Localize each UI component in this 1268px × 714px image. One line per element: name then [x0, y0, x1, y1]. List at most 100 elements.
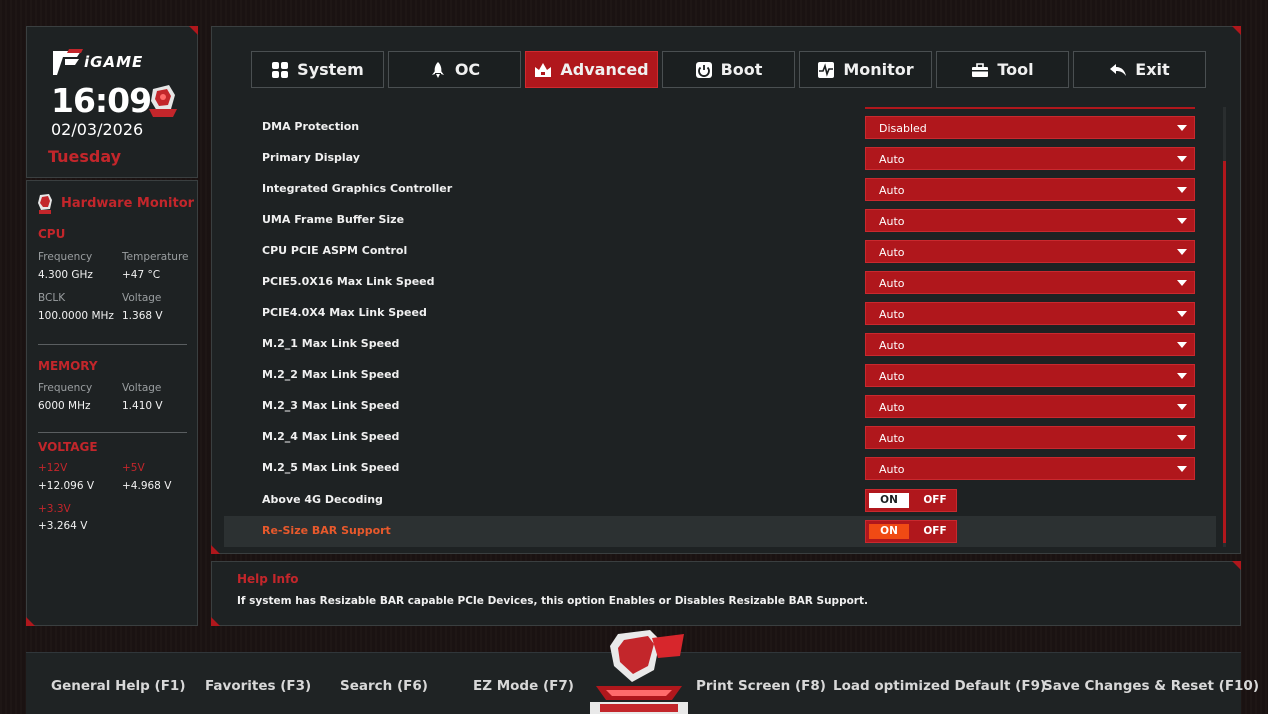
help-info-panel: Help Info If system has Resizable BAR ca…	[211, 561, 1241, 626]
logo-text: iGAME	[84, 53, 144, 71]
setting-row-cpu-pcie-aspm[interactable]: CPU PCIE ASPM Control Auto	[224, 236, 1216, 267]
tab-tool[interactable]: Tool	[936, 51, 1069, 88]
setting-dropdown[interactable]: Auto	[865, 457, 1195, 480]
setting-dropdown[interactable]: Auto	[865, 302, 1195, 325]
setting-label: M.2_4 Max Link Speed	[262, 430, 400, 443]
tab-exit[interactable]: Exit	[1073, 51, 1206, 88]
chevron-down-icon	[1177, 404, 1187, 410]
chevron-down-icon	[1177, 218, 1187, 224]
setting-row-pcie5-link-speed[interactable]: PCIE5.0X16 Max Link Speed Auto	[224, 267, 1216, 298]
corner-accent	[1232, 561, 1241, 570]
dropdown-value: Auto	[879, 308, 905, 321]
setting-row-above-4g-decoding[interactable]: Above 4G Decoding ON OFF	[224, 485, 1216, 516]
dropdown-value: Auto	[879, 339, 905, 352]
chevron-down-icon	[1177, 311, 1187, 317]
hardware-monitor-title: Hardware Monitor	[61, 196, 195, 211]
dropdown-value: Auto	[879, 463, 905, 476]
save-reset-button[interactable]: Save Changes & Reset (F10)	[1043, 678, 1259, 694]
cpu-frequency-value: 4.300 GHz	[38, 269, 93, 281]
setting-label: Primary Display	[262, 151, 360, 164]
toggle-off[interactable]: OFF	[916, 493, 954, 508]
clock-day: Tuesday	[48, 147, 122, 166]
favorites-button[interactable]: Favorites (F3)	[205, 678, 311, 694]
igame-logo: iGAME	[51, 47, 146, 77]
memory-frequency-value: 6000 MHz	[38, 400, 91, 412]
tab-advanced[interactable]: Advanced	[525, 51, 658, 88]
setting-label: Above 4G Decoding	[262, 493, 383, 506]
setting-label: M.2_2 Max Link Speed	[262, 368, 400, 381]
main-panel: System OC Advanced Boot Monitor Tool Exi…	[211, 26, 1241, 554]
tab-label: System	[297, 60, 364, 79]
dropdown-value: Auto	[879, 432, 905, 445]
corner-accent	[26, 617, 35, 626]
tab-boot[interactable]: Boot	[662, 51, 795, 88]
setting-dropdown[interactable]: Auto	[865, 178, 1195, 201]
chevron-down-icon	[1177, 280, 1187, 286]
back-arrow-icon	[1110, 63, 1127, 76]
setting-row-primary-display[interactable]: Primary Display Auto	[224, 143, 1216, 174]
voltage-section-title: VOLTAGE	[38, 440, 98, 454]
toggle-on[interactable]: ON	[869, 524, 909, 539]
setting-row-pcie4-link-speed[interactable]: PCIE4.0X4 Max Link Speed Auto	[224, 298, 1216, 329]
setting-dropdown[interactable]: Disabled	[865, 116, 1195, 139]
load-default-button[interactable]: Load optimized Default (F9)	[833, 678, 1046, 694]
v33-value: +3.264 V	[38, 520, 88, 532]
chevron-down-icon	[1177, 249, 1187, 255]
chevron-down-icon	[1177, 435, 1187, 441]
ez-mode-button[interactable]: EZ Mode (F7)	[473, 678, 574, 694]
dropdown-value: Auto	[879, 246, 905, 259]
setting-row-m2-2-link-speed[interactable]: M.2_2 Max Link Speed Auto	[224, 360, 1216, 391]
tab-label: Tool	[997, 60, 1034, 79]
chevron-down-icon	[1177, 187, 1187, 193]
setting-label: DMA Protection	[262, 120, 360, 133]
tab-system[interactable]: System	[251, 51, 384, 88]
clock-panel: iGAME 16:09 02/03/2026 Tuesday	[26, 26, 198, 178]
chevron-down-icon	[1177, 342, 1187, 348]
general-help-button[interactable]: General Help (F1)	[51, 678, 186, 694]
toggle-on[interactable]: ON	[869, 493, 909, 508]
tab-label: Boot	[720, 60, 763, 79]
search-button[interactable]: Search (F6)	[340, 678, 428, 694]
tab-label: OC	[454, 60, 481, 79]
corner-accent	[1232, 26, 1241, 35]
memory-frequency-label: Frequency	[38, 382, 93, 394]
print-screen-button[interactable]: Print Screen (F8)	[696, 678, 826, 694]
memory-section-title: MEMORY	[38, 359, 98, 373]
setting-row-m2-5-link-speed[interactable]: M.2_5 Max Link Speed Auto	[224, 453, 1216, 484]
tab-oc[interactable]: OC	[388, 51, 521, 88]
on-off-toggle[interactable]: ON OFF	[865, 520, 957, 543]
hardware-monitor-panel: Hardware Monitor CPU Frequency 4.300 GHz…	[26, 180, 198, 626]
setting-row-dma-protection[interactable]: DMA Protection Disabled	[224, 112, 1216, 143]
toolbox-icon	[972, 62, 989, 77]
chevron-down-icon	[1177, 466, 1187, 472]
v12-label: +12V	[38, 462, 68, 474]
setting-dropdown[interactable]: Auto	[865, 364, 1195, 387]
divider	[38, 432, 187, 433]
divider	[38, 344, 187, 345]
setting-dropdown[interactable]: Auto	[865, 209, 1195, 232]
setting-row-integrated-graphics[interactable]: Integrated Graphics Controller Auto	[224, 174, 1216, 205]
chevron-down-icon	[1177, 125, 1187, 131]
setting-dropdown[interactable]: Auto	[865, 240, 1195, 263]
tab-monitor[interactable]: Monitor	[799, 51, 932, 88]
scrollbar-thumb[interactable]	[1223, 161, 1226, 543]
setting-row-m2-4-link-speed[interactable]: M.2_4 Max Link Speed Auto	[224, 422, 1216, 453]
setting-dropdown[interactable]: Auto	[865, 426, 1195, 449]
setting-row-m2-3-link-speed[interactable]: M.2_3 Max Link Speed Auto	[224, 391, 1216, 422]
toggle-off[interactable]: OFF	[916, 524, 954, 539]
igame-logo-icon	[53, 49, 83, 75]
tab-label: Advanced	[560, 60, 649, 79]
setting-dropdown[interactable]: Auto	[865, 333, 1195, 356]
setting-row-uma-frame-buffer[interactable]: UMA Frame Buffer Size Auto	[224, 205, 1216, 236]
setting-label: UMA Frame Buffer Size	[262, 213, 405, 226]
on-off-toggle[interactable]: ON OFF	[865, 489, 957, 512]
dropdown-value: Auto	[879, 184, 905, 197]
v5-label: +5V	[122, 462, 145, 474]
setting-row-resize-bar-support[interactable]: Re-Size BAR Support ON OFF	[224, 516, 1216, 547]
help-text: If system has Resizable BAR capable PCIe…	[237, 595, 868, 607]
setting-dropdown[interactable]: Auto	[865, 147, 1195, 170]
cpu-temperature-label: Temperature	[122, 251, 189, 263]
setting-row-m2-1-link-speed[interactable]: M.2_1 Max Link Speed Auto	[224, 329, 1216, 360]
setting-dropdown[interactable]: Auto	[865, 271, 1195, 294]
setting-dropdown[interactable]: Auto	[865, 395, 1195, 418]
